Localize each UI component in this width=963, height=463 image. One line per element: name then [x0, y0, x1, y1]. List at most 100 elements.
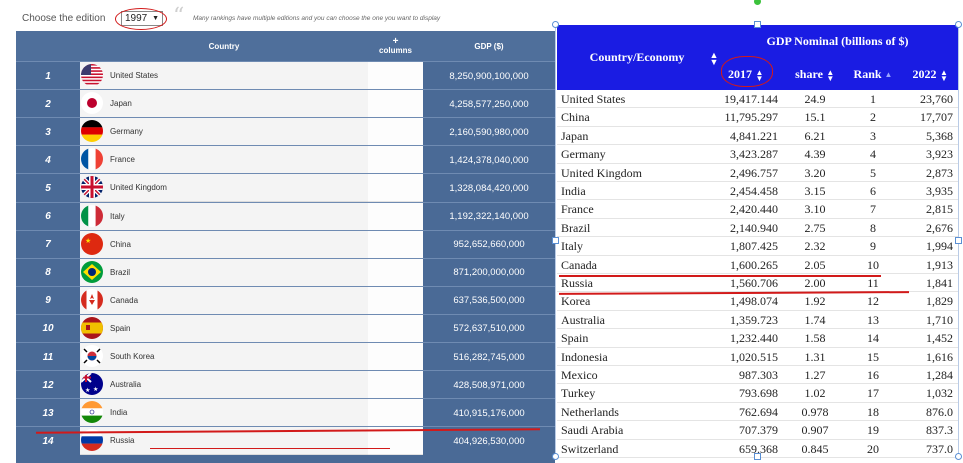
table-row[interactable]: 6 Italy 1,192,322,140,000 — [16, 201, 555, 231]
country-name[interactable]: Italy — [561, 239, 583, 254]
country-name[interactable]: India — [110, 408, 127, 417]
gdp-value: 952,652,660,000 — [423, 230, 555, 259]
country-name[interactable]: China — [561, 110, 590, 125]
country-name[interactable]: United Kingdom — [110, 183, 167, 192]
rank-number: 8 — [16, 258, 80, 287]
share-value: 3.10 — [804, 202, 826, 217]
country-cell: United Kingdom — [80, 174, 368, 203]
table-row[interactable]: 8 Brazil 871,200,000,000 — [16, 257, 555, 287]
country-name[interactable]: China — [110, 240, 131, 249]
header-share[interactable]: share ▲▼ — [787, 61, 843, 87]
share-value: 24.9 — [804, 92, 826, 106]
annotation-underline — [150, 448, 390, 449]
gdp-value: 428,508,971,000 — [423, 371, 555, 400]
country-name[interactable]: Japan — [110, 99, 132, 108]
rank-value: 5 — [870, 165, 876, 180]
country-name[interactable]: United Kingdom — [561, 166, 642, 181]
resize-handle[interactable] — [754, 21, 761, 28]
country-name[interactable]: United States — [561, 92, 625, 107]
table-row: Turkey 793.698 1.02 17 1,032 — [557, 384, 958, 403]
resize-handle[interactable] — [552, 21, 559, 28]
country-name[interactable]: Japan — [561, 129, 588, 144]
rotate-handle[interactable] — [754, 0, 761, 5]
extra-column-cell — [368, 118, 423, 147]
header-2022[interactable]: 2022 ▲▼ — [903, 61, 958, 87]
country-name[interactable]: Turkey — [561, 386, 595, 401]
resize-handle[interactable] — [552, 237, 559, 244]
extra-column-cell — [368, 174, 423, 203]
add-columns-button[interactable]: + columns — [368, 31, 423, 61]
table-row[interactable]: 5 United Kingdom 1,328,084,420,000 — [16, 173, 555, 203]
rank-number: 1 — [16, 62, 80, 90]
header-country-economy[interactable]: Country/Economy — [557, 25, 717, 90]
gdp-value: 8,250,900,100,000 — [423, 62, 555, 90]
resize-handle[interactable] — [754, 453, 761, 460]
country-name[interactable]: Mexico — [561, 368, 598, 383]
table-row[interactable]: 12 ★ ★ Australia 428,508,971,000 — [16, 370, 555, 400]
table-row[interactable]: 2 Japan 4,258,577,250,000 — [16, 89, 555, 119]
table-row: United States 19,417.144 24.9 1 23,760 — [557, 90, 958, 109]
rank-number: 2 — [16, 90, 80, 119]
table-row: Italy 1,807.425 2.32 9 1,994 — [557, 237, 958, 256]
country-name[interactable]: Australia — [561, 313, 605, 328]
table-row: Australia 1,359.723 1.74 13 1,710 — [557, 311, 958, 330]
country-name[interactable]: Canada — [561, 258, 597, 273]
country-name[interactable]: Switzerland — [561, 442, 618, 457]
table-row[interactable]: 9 Canada 637,536,500,000 — [16, 285, 555, 315]
country-name[interactable]: Saudi Arabia — [561, 423, 623, 438]
country-name[interactable]: South Korea — [110, 352, 154, 361]
table-row[interactable]: 7 ★ China 952,652,660,000 — [16, 229, 555, 259]
table-row: Korea 1,498.074 1.92 12 1,829 — [557, 292, 958, 311]
resize-handle[interactable] — [552, 453, 559, 460]
country-name[interactable]: France — [110, 155, 135, 164]
gdp-2017-value: 707.379 — [739, 423, 778, 438]
country-name[interactable]: United States — [110, 71, 158, 80]
share-value: 6.21 — [804, 128, 826, 143]
resize-handle[interactable] — [955, 21, 962, 28]
table-row[interactable]: 4 France 1,424,378,040,000 — [16, 145, 555, 175]
country-name[interactable]: Brazil — [110, 268, 130, 277]
country-name[interactable]: Germany — [110, 127, 143, 136]
country-name[interactable]: Indonesia — [561, 350, 608, 365]
share-value: 15.1 — [804, 110, 826, 125]
gdp-value: 516,282,745,000 — [423, 343, 555, 371]
rank-value: 8 — [870, 220, 876, 235]
rank-number: 3 — [16, 118, 80, 147]
country-name[interactable]: Germany — [561, 147, 606, 162]
resize-handle[interactable] — [955, 453, 962, 460]
country-name[interactable]: Australia — [110, 380, 141, 389]
country-name[interactable]: Korea — [561, 294, 590, 309]
country-name[interactable]: Brazil — [561, 221, 590, 236]
table-row[interactable]: 3 Germany 2,160,590,980,000 — [16, 117, 555, 147]
country-name[interactable]: India — [561, 184, 586, 199]
table-row[interactable]: 1 United States 8,250,900,100,000 — [16, 61, 555, 90]
country-name[interactable]: Spain — [110, 324, 130, 333]
country-name[interactable]: France — [561, 202, 594, 217]
sort-icon: ▲▼ — [939, 68, 949, 80]
gdp-2017-value: 11,795.297 — [724, 110, 778, 125]
country-name[interactable]: Russia — [561, 276, 593, 291]
country-name[interactable]: Canada — [110, 296, 138, 305]
table-row[interactable]: 10 Spain 572,637,510,000 — [16, 313, 555, 343]
table-row: Saudi Arabia 707.379 0.907 19 837.3 — [557, 421, 958, 440]
gdp-2022-value: 3,923 — [926, 147, 953, 162]
table-row: Japan 4,841.221 6.21 3 5,368 — [557, 127, 958, 146]
gdp-2017-value: 4,841.221 — [730, 128, 778, 143]
country-name[interactable]: Netherlands — [561, 405, 619, 420]
header-gdp[interactable]: GDP ($) — [423, 31, 555, 61]
country-name[interactable]: Spain — [561, 331, 588, 346]
table-row[interactable]: 13 India 410,915,176,000 — [16, 398, 555, 428]
header-2022-label: 2022 — [912, 66, 937, 81]
resize-handle[interactable] — [955, 237, 962, 244]
rank-number: 13 — [16, 399, 80, 428]
extra-column-cell — [368, 230, 423, 259]
country-name[interactable]: Italy — [110, 212, 125, 221]
extra-column-cell — [368, 286, 423, 315]
gdp-2022-value: 1,710 — [926, 312, 953, 327]
table-row[interactable]: 11 South Korea 516,282,745,000 — [16, 342, 555, 371]
edition-label: Choose the edition — [22, 13, 106, 24]
table-row: Netherlands 762.694 0.978 18 876.0 — [557, 403, 958, 422]
gdp-2022-value: 2,676 — [926, 220, 953, 235]
country-name[interactable]: Russia — [110, 436, 134, 445]
header-rank[interactable]: Rank ▲ — [845, 61, 901, 87]
